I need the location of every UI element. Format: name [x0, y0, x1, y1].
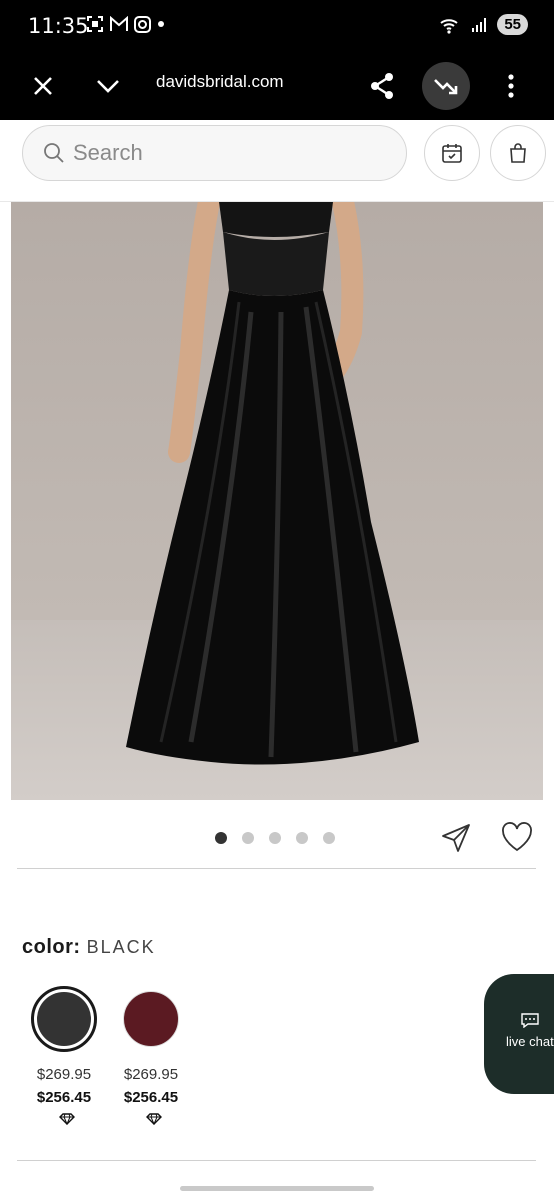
more-options-button[interactable]: [487, 62, 535, 110]
chat-icon: [521, 1013, 539, 1028]
swatch-burgundy-price: $269.95: [123, 1066, 179, 1083]
home-indicator[interactable]: [180, 1186, 374, 1191]
battery-indicator: 55: [497, 14, 528, 35]
close-tab-button[interactable]: [19, 62, 67, 110]
status-bar: 11:35 55: [0, 0, 554, 52]
signal-icon: [472, 17, 487, 32]
swatch-burgundy-sale-price: $256.45: [123, 1089, 179, 1106]
wifi-icon: [440, 18, 458, 34]
minimize-button[interactable]: [84, 62, 132, 110]
send-icon[interactable]: [440, 822, 472, 854]
gallery-dot[interactable]: [269, 832, 281, 844]
close-icon: [34, 77, 52, 95]
chevron-down-icon: [97, 80, 119, 93]
share-icon: [371, 73, 393, 99]
swatch-black-fill: [37, 992, 91, 1046]
shopping-bag-icon: [510, 143, 526, 163]
search-input[interactable]: Search: [22, 125, 407, 181]
live-chat-button[interactable]: live chat: [484, 974, 554, 1094]
color-label: color: BLACK: [22, 936, 156, 959]
more-vertical-icon: [508, 74, 514, 98]
diamond-icon: [59, 1113, 75, 1125]
cart-button[interactable]: [490, 125, 546, 181]
swatch-black-sale-price: $256.45: [36, 1089, 92, 1106]
swatch-burgundy[interactable]: [118, 986, 184, 1052]
gallery-pagination: [215, 832, 335, 844]
browser-toolbar: davidsbridal.com: [0, 52, 554, 120]
divider: [17, 868, 536, 869]
divider: [17, 1160, 536, 1161]
trending-down-icon: [434, 79, 458, 95]
color-value: BLACK: [86, 937, 156, 957]
live-chat-label: live chat: [506, 1034, 554, 1049]
search-icon: [44, 143, 64, 163]
dress-illustration: [126, 202, 419, 765]
swatch-burgundy-fill: [123, 991, 179, 1047]
search-placeholder: Search: [73, 140, 143, 165]
gmail-icon: [110, 16, 128, 31]
swatch-black-price: $269.95: [36, 1066, 92, 1083]
site-header: Search: [0, 120, 554, 202]
price-tracking-button[interactable]: [422, 62, 470, 110]
screenshot-icon: [87, 16, 103, 32]
gallery-dot[interactable]: [215, 832, 227, 844]
appointment-button[interactable]: [424, 125, 480, 181]
status-time: 11:35: [28, 14, 89, 38]
diamond-icon: [146, 1113, 162, 1125]
product-image[interactable]: [11, 202, 543, 800]
color-label-text: color:: [22, 936, 81, 958]
system-icons: 55: [439, 14, 528, 35]
calendar-check-icon: [442, 144, 462, 163]
share-page-button[interactable]: [358, 62, 406, 110]
gallery-dot[interactable]: [242, 832, 254, 844]
gallery-dot[interactable]: [296, 832, 308, 844]
swatch-black[interactable]: [31, 986, 97, 1052]
notification-icons: [86, 15, 165, 33]
heart-icon[interactable]: [500, 820, 534, 854]
instagram-icon: [134, 15, 151, 33]
gallery-dot[interactable]: [323, 832, 335, 844]
dot-icon: [158, 21, 164, 27]
url-text[interactable]: davidsbridal.com: [156, 72, 284, 92]
